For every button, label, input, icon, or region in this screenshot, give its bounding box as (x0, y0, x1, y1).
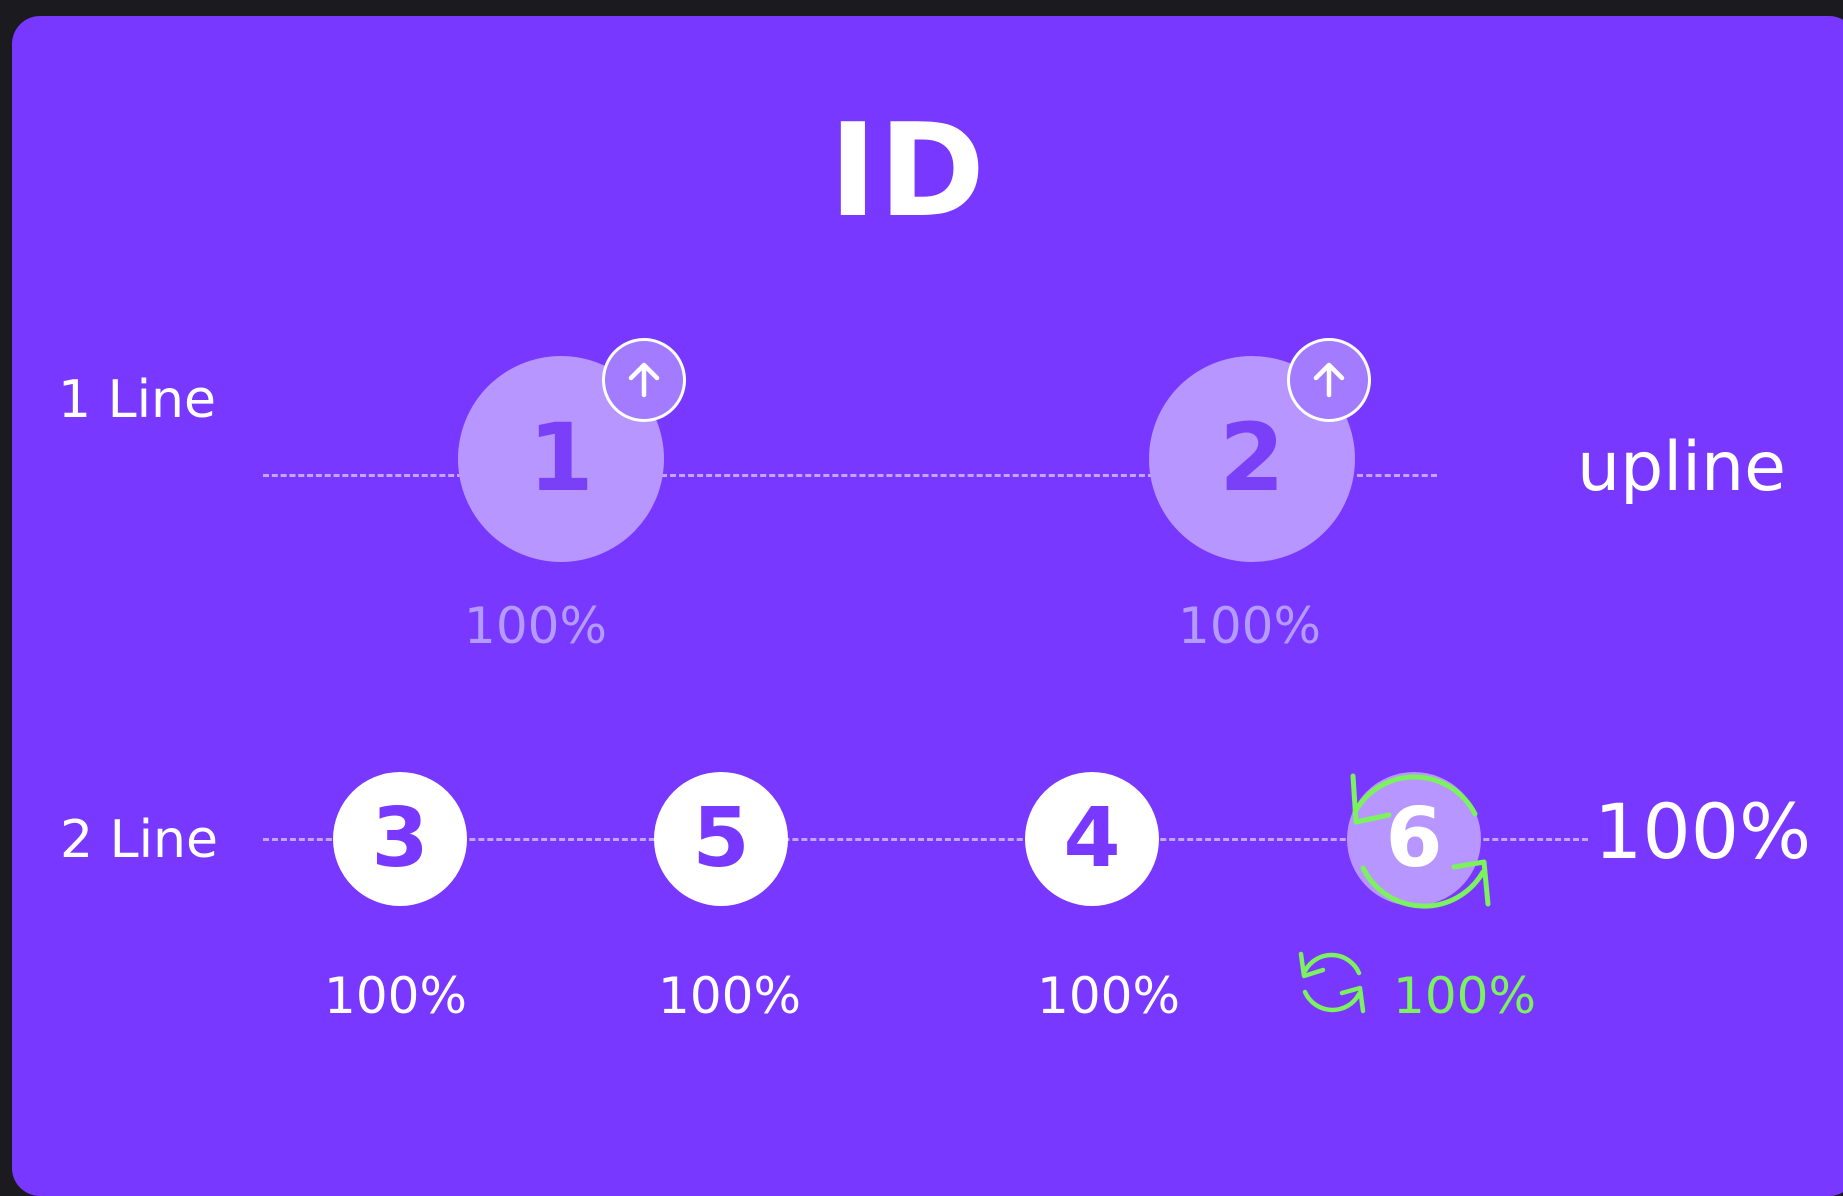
arrow-up-icon (1313, 362, 1345, 398)
connector-line (1357, 474, 1437, 477)
upline-label: upline (1577, 428, 1786, 507)
connector-line (652, 474, 1172, 477)
arrow-up-icon (628, 362, 660, 398)
node-5-percent: 100% (658, 967, 801, 1025)
node-number: 2 (1219, 404, 1285, 513)
node-1-percent: 100% (464, 597, 607, 655)
node-number: 5 (692, 791, 750, 886)
node-6-percent: 100% (1393, 967, 1536, 1025)
id-card: ID 1 Line 1 100% 2 100% upline 2 Line 3 … (12, 16, 1843, 1196)
node-3[interactable]: 3 (333, 772, 467, 906)
node-number: 1 (528, 404, 594, 513)
node-4[interactable]: 4 (1025, 772, 1159, 906)
card-title: ID (829, 97, 987, 246)
upgrade-badge-node-1[interactable] (602, 338, 686, 422)
refresh-cycle-icon (1350, 773, 1491, 909)
refresh-icon (1298, 951, 1366, 1014)
node-2-percent: 100% (1178, 597, 1321, 655)
node-number: 3 (371, 791, 429, 886)
upgrade-badge-node-2[interactable] (1287, 338, 1371, 422)
node-5[interactable]: 5 (654, 772, 788, 906)
line2-total-percent: 100% (1594, 787, 1812, 876)
node-3-percent: 100% (324, 967, 467, 1025)
row-label-line1: 1 Line (58, 370, 216, 430)
row-label-line2: 2 Line (60, 810, 218, 870)
node-number: 4 (1063, 791, 1121, 886)
connector-line (263, 474, 463, 477)
node-4-percent: 100% (1037, 967, 1180, 1025)
